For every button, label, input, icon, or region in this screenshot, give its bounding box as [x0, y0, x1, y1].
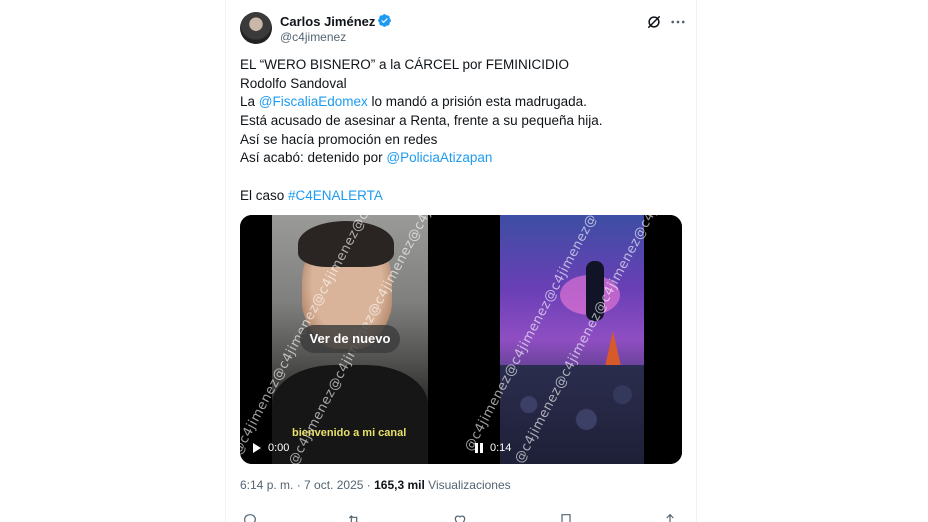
tweet-line: El caso #C4ENALERTA: [240, 187, 680, 206]
column-border-right: [696, 0, 697, 522]
share-button[interactable]: [662, 512, 678, 522]
verified-badge-icon[interactable]: [377, 13, 392, 28]
grok-icon[interactable]: [645, 13, 663, 31]
line-text: El caso: [240, 187, 289, 203]
share-icon: [666, 513, 674, 522]
tweet-line: Rodolfo Sandoval: [240, 75, 347, 91]
retweet-button[interactable]: [346, 512, 362, 522]
views-label: Visualizaciones: [428, 478, 511, 492]
hashtag-link[interactable]: #C4ENALERTA: [288, 188, 383, 203]
author-handle[interactable]: @c4jimenez: [280, 30, 346, 44]
video-time-left: 0:00: [268, 442, 290, 454]
tweet-line: EL “WERO BISNERO” a la CÁRCEL por FEMINI…: [240, 57, 570, 72]
mention-link-fiscalia[interactable]: @FiscaliaEdomex: [259, 94, 368, 109]
reply-icon: [244, 514, 256, 522]
tweet-line: Está acusado de asesinar a Renta, frente…: [240, 113, 603, 129]
tweet-meta: 6:14 p. m. · 7 oct. 2025 · 165,3 mil Vis…: [240, 478, 511, 492]
video-controls-left: 0:00: [252, 442, 289, 454]
replay-button[interactable]: Ver de nuevo: [300, 325, 400, 353]
tweet-line: Así acabó: detenido por @PoliciaAtizapan: [240, 149, 680, 168]
bookmark-button[interactable]: [558, 512, 574, 522]
video-caption: bienvenido a mi canal: [292, 427, 407, 439]
video-time-right: 0:14: [490, 442, 512, 454]
reply-button[interactable]: [242, 512, 258, 522]
meta-separator: ·: [363, 478, 375, 492]
avatar[interactable]: [240, 12, 272, 44]
like-icon: [454, 515, 466, 522]
like-button[interactable]: [452, 512, 468, 522]
play-icon[interactable]: [252, 442, 262, 454]
pause-icon[interactable]: [474, 442, 484, 454]
tweet-time[interactable]: 6:14 p. m.: [240, 478, 293, 492]
tweet-line: La @FiscaliaEdomex lo mandó a prisión es…: [240, 93, 680, 112]
mention-link-policia[interactable]: @PoliciaAtizapan: [386, 150, 492, 165]
retweet-icon: [348, 515, 359, 522]
meta-separator: ·: [293, 478, 305, 492]
video-right[interactable]: @c4jimenez@c4jimenez@c4jimenez@c4jimenez…: [462, 215, 682, 464]
video-controls-right: 0:14: [474, 442, 511, 454]
tweet-date[interactable]: 7 oct. 2025: [304, 478, 363, 492]
video-left[interactable]: @c4jimenez@c4jimenez@c4jimenez@c4jimenez…: [240, 215, 460, 464]
tweet-text: EL “WERO BISNERO” a la CÁRCEL por FEMINI…: [240, 56, 680, 206]
author-name[interactable]: Carlos Jiménez: [280, 14, 375, 29]
line-text: La: [240, 94, 259, 110]
bookmark-icon: [561, 514, 571, 522]
line-text: lo mandó a prisión esta madrugada.: [367, 94, 587, 110]
media-grid: @c4jimenez@c4jimenez@c4jimenez@c4jimenez…: [240, 215, 682, 464]
tweet: Carlos Jiménez @c4jimenez EL “WERO BISNE…: [226, 0, 696, 522]
views-count: 165,3 mil: [374, 478, 425, 492]
tweet-line: Así se hacía promoción en redes: [240, 131, 438, 147]
tweet-header: Carlos Jiménez @c4jimenez: [240, 12, 686, 48]
line-text: Así acabó: detenido por: [240, 150, 387, 166]
more-icon[interactable]: [669, 13, 687, 31]
action-bar: [240, 512, 680, 522]
